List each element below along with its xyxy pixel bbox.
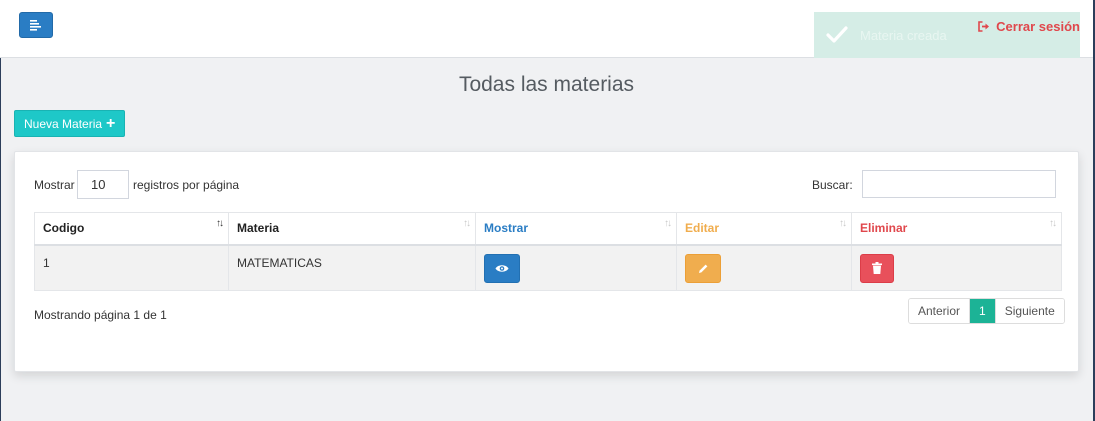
toast-message: Materia creada (860, 27, 947, 43)
logout-link[interactable]: Cerrar sesión (978, 19, 1080, 34)
sign-out-icon (978, 21, 990, 32)
sort-icon: ↑↓ (463, 218, 471, 229)
eye-icon (495, 264, 509, 272)
pagination-previous[interactable]: Anterior (909, 299, 971, 323)
page-length-suffix: registros por página (133, 178, 240, 192)
sidebar-toggle-button[interactable] (19, 12, 53, 38)
cell-editar (676, 244, 852, 291)
delete-button[interactable] (860, 253, 894, 283)
window-edge-left (0, 58, 1, 421)
cell-eliminar (851, 244, 1062, 291)
column-header-eliminar[interactable]: Eliminar ↑↓ (851, 212, 1062, 246)
column-label-eliminar: Eliminar (860, 221, 908, 236)
logout-label: Cerrar sesión (996, 19, 1080, 34)
trash-icon (872, 262, 882, 274)
materias-table: Codigo ↑↓ Materia ↑↓ Mostrar ↑↓ Editar ↑… (34, 212, 1062, 291)
sort-icon: ↑↓ (1049, 218, 1057, 229)
sort-icon: ↑↓ (216, 218, 224, 229)
column-header-mostrar[interactable]: Mostrar ↑↓ (475, 212, 677, 246)
column-header-codigo[interactable]: Codigo ↑↓ (34, 212, 229, 246)
table-card: Mostrar 10 registros por página Buscar: … (14, 151, 1079, 372)
top-navbar: Materia creada Cerrar sesión (0, 0, 1093, 58)
pagination: Anterior 1 Siguiente (908, 298, 1065, 324)
table-row: 1 MATEMATICAS (34, 244, 1062, 291)
column-header-editar[interactable]: Editar ↑↓ (676, 212, 852, 246)
table-info: Mostrando página 1 de 1 (34, 308, 167, 322)
pencil-icon (698, 264, 707, 273)
view-button[interactable] (484, 253, 520, 283)
cell-codigo: 1 (34, 244, 229, 291)
show-label: Mostrar (34, 178, 75, 192)
column-label-materia: Materia (237, 221, 280, 236)
sort-icon: ↑↓ (839, 218, 847, 229)
cell-mostrar (475, 244, 677, 291)
pagination-page-1[interactable]: 1 (970, 299, 995, 323)
new-materia-label: Nueva Materia (24, 116, 103, 131)
column-label-editar: Editar (685, 221, 720, 236)
column-label-mostrar: Mostrar (484, 221, 529, 236)
edit-button[interactable] (685, 253, 721, 283)
menu-icon (30, 19, 41, 31)
sort-icon: ↑↓ (664, 218, 672, 229)
column-label-codigo: Codigo (43, 221, 85, 236)
check-icon (826, 26, 848, 43)
page-title: Todas las materias (458, 73, 635, 96)
pagination-next[interactable]: Siguiente (994, 299, 1064, 323)
column-header-materia[interactable]: Materia ↑↓ (228, 212, 476, 246)
table-header-row: Codigo ↑↓ Materia ↑↓ Mostrar ↑↓ Editar ↑… (34, 212, 1062, 246)
plus-icon: + (106, 114, 116, 132)
search-input[interactable] (862, 170, 1056, 198)
search-label: Buscar: (812, 178, 853, 192)
new-materia-button[interactable]: Nueva Materia + (14, 110, 126, 137)
page-length-select[interactable]: 10 (77, 170, 129, 199)
cell-materia: MATEMATICAS (228, 244, 476, 291)
